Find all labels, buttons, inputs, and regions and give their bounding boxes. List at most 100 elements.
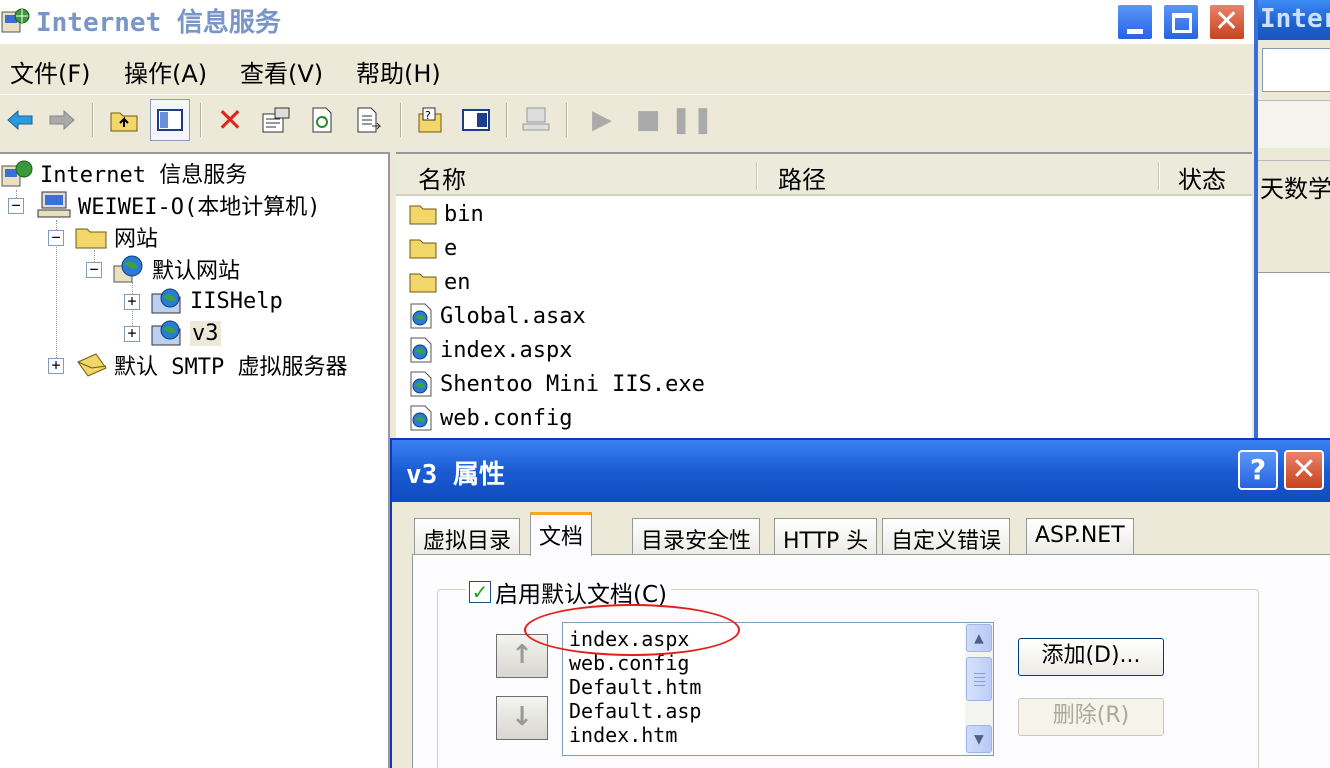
forward-button[interactable] bbox=[42, 99, 82, 141]
folder-icon bbox=[409, 205, 437, 225]
menu-view[interactable]: 查看(V) bbox=[240, 54, 323, 89]
list-item-name: Shentoo Mini IIS.exe bbox=[440, 371, 705, 397]
connect-computer-icon bbox=[522, 107, 550, 131]
menu-bar: 文件(F) 操作(A) 查看(V) 帮助(H) bbox=[0, 48, 1254, 92]
back-button[interactable] bbox=[0, 99, 40, 141]
toolbar-separator bbox=[92, 103, 94, 137]
tab-custom-errors[interactable]: 自定义错误 bbox=[882, 518, 1011, 554]
tree-node-websites[interactable]: 网站 bbox=[74, 222, 158, 252]
tree-node-default-site[interactable]: 默认网站 bbox=[112, 254, 240, 284]
minimize-button[interactable] bbox=[1116, 3, 1154, 41]
list-item[interactable]: Default.asp bbox=[569, 699, 701, 723]
close-icon: ✕ bbox=[1214, 4, 1240, 39]
connect-button bbox=[516, 99, 556, 141]
tree-node-iishelp[interactable]: IISHelp bbox=[150, 286, 283, 316]
stop-button: ■ bbox=[628, 99, 668, 141]
tab-virtual-directory[interactable]: 虚拟目录 bbox=[414, 518, 521, 554]
start-button: ▶ bbox=[582, 99, 622, 141]
vertical-scrollbar[interactable]: ▲ ▼ bbox=[965, 623, 993, 755]
toolbar-separator bbox=[200, 103, 202, 137]
refresh-icon bbox=[312, 107, 332, 133]
show-hide-tree-button[interactable] bbox=[150, 99, 190, 141]
show-console-button[interactable] bbox=[456, 99, 496, 141]
tree-pane[interactable]: Internet 信息服务 − WEIWEI-O(本地计算机) − 网站 − 默… bbox=[0, 152, 390, 768]
add-document-button[interactable]: 添加(D)... bbox=[1018, 638, 1164, 676]
tab-aspnet[interactable]: ASP.NET bbox=[1026, 518, 1134, 554]
window-titlebar[interactable]: Internet 信息服务 ✕ bbox=[0, 0, 1254, 44]
help-button[interactable]: ? bbox=[410, 99, 450, 141]
list-item[interactable]: index.aspx bbox=[408, 334, 572, 366]
column-separator[interactable] bbox=[1158, 162, 1160, 190]
scroll-grip bbox=[974, 673, 985, 674]
menu-file[interactable]: 文件(F) bbox=[10, 54, 91, 89]
refresh-button[interactable] bbox=[302, 99, 342, 141]
background-window-titlebar[interactable]: Intern bbox=[1256, 0, 1330, 40]
expand-toggle[interactable]: + bbox=[124, 326, 140, 342]
list-item[interactable]: bin bbox=[408, 198, 484, 230]
properties-button[interactable] bbox=[256, 99, 296, 141]
menu-help[interactable]: 帮助(H) bbox=[356, 54, 441, 89]
background-text-fragment: 天数学的 bbox=[1260, 175, 1330, 203]
help-icon: ? bbox=[1249, 453, 1267, 486]
properties-icon bbox=[262, 107, 290, 133]
up-one-level-button[interactable] bbox=[104, 99, 144, 141]
dialog-titlebar[interactable]: v3 属性 ? ✕ bbox=[392, 440, 1330, 502]
expand-toggle[interactable]: + bbox=[48, 358, 64, 374]
toolbar: ✕ ? ▶ ■ ❚❚ bbox=[0, 94, 1254, 146]
chevron-up-icon: ▲ bbox=[974, 628, 984, 647]
tree-label-iis-root: Internet 信息服务 bbox=[40, 163, 248, 188]
pause-icon: ❚❚ bbox=[670, 105, 714, 135]
start-icon: ▶ bbox=[592, 105, 612, 135]
list-item[interactable]: index.htm bbox=[569, 723, 677, 747]
background-content-text: 天数学的 bbox=[1256, 160, 1330, 270]
dialog-close-button[interactable]: ✕ bbox=[1284, 450, 1324, 490]
show-console-icon bbox=[462, 109, 490, 131]
collapse-toggle[interactable]: − bbox=[48, 230, 64, 246]
enable-default-document-label: 启用默认文档(C) bbox=[495, 582, 668, 608]
arrow-up-icon: ↑ bbox=[511, 640, 533, 670]
column-separator[interactable] bbox=[756, 162, 758, 190]
default-documents-list[interactable]: index.aspx web.config Default.htm Defaul… bbox=[562, 622, 994, 756]
expand-toggle[interactable]: + bbox=[124, 294, 140, 310]
list-item[interactable]: Global.asax bbox=[408, 300, 586, 332]
background-toolbar bbox=[1256, 100, 1330, 148]
tab-http-headers[interactable]: HTTP 头 bbox=[774, 518, 878, 554]
collapse-toggle[interactable]: − bbox=[8, 198, 24, 214]
web-file-icon bbox=[410, 337, 432, 363]
move-up-button[interactable]: ↑ bbox=[496, 634, 548, 678]
list-item[interactable]: en bbox=[408, 266, 471, 298]
enable-default-document-checkbox[interactable]: ✓ 启用默认文档(C) bbox=[465, 575, 672, 609]
tree-node-computer[interactable]: WEIWEI-O(本地计算机) bbox=[36, 190, 320, 220]
tree-node-v3[interactable]: v3 bbox=[150, 318, 221, 348]
menu-action[interactable]: 操作(A) bbox=[124, 54, 207, 89]
maximize-button[interactable] bbox=[1162, 3, 1200, 41]
close-button[interactable]: ✕ bbox=[1208, 3, 1246, 41]
list-item[interactable]: index.aspx bbox=[569, 627, 689, 651]
dialog-help-button[interactable]: ? bbox=[1238, 450, 1278, 490]
window-title: Internet 信息服务 bbox=[36, 8, 281, 38]
scroll-down-button[interactable]: ▼ bbox=[966, 725, 992, 753]
move-down-button[interactable]: ↓ bbox=[496, 696, 548, 740]
tree-label-default-site: 默认网站 bbox=[152, 259, 241, 284]
web-file-icon bbox=[410, 371, 432, 397]
column-header-status[interactable]: 状态 bbox=[1178, 160, 1226, 195]
background-address-field[interactable] bbox=[1262, 48, 1330, 92]
maximize-icon bbox=[1172, 13, 1192, 33]
tab-directory-security[interactable]: 目录安全性 bbox=[632, 518, 761, 554]
list-item[interactable]: e bbox=[408, 232, 457, 264]
tree-node-iis-root[interactable]: Internet 信息服务 bbox=[0, 158, 247, 188]
list-item[interactable]: Shentoo Mini IIS.exe bbox=[408, 368, 705, 400]
delete-button[interactable]: ✕ bbox=[210, 99, 250, 141]
list-item[interactable]: web.config bbox=[569, 651, 689, 675]
list-item[interactable]: Default.htm bbox=[569, 675, 701, 699]
collapse-toggle[interactable]: − bbox=[86, 262, 102, 278]
tab-documents[interactable]: 文档 bbox=[530, 512, 593, 556]
scroll-up-button[interactable]: ▲ bbox=[966, 624, 992, 652]
column-header-path[interactable]: 路径 bbox=[778, 160, 826, 195]
scroll-thumb[interactable] bbox=[966, 657, 992, 701]
column-header-name[interactable]: 名称 bbox=[418, 160, 466, 195]
list-item[interactable]: web.config bbox=[408, 402, 572, 434]
website-globe-icon bbox=[113, 255, 143, 283]
export-list-button[interactable] bbox=[348, 99, 388, 141]
tree-node-smtp[interactable]: 默认 SMTP 虚拟服务器 bbox=[74, 350, 347, 380]
